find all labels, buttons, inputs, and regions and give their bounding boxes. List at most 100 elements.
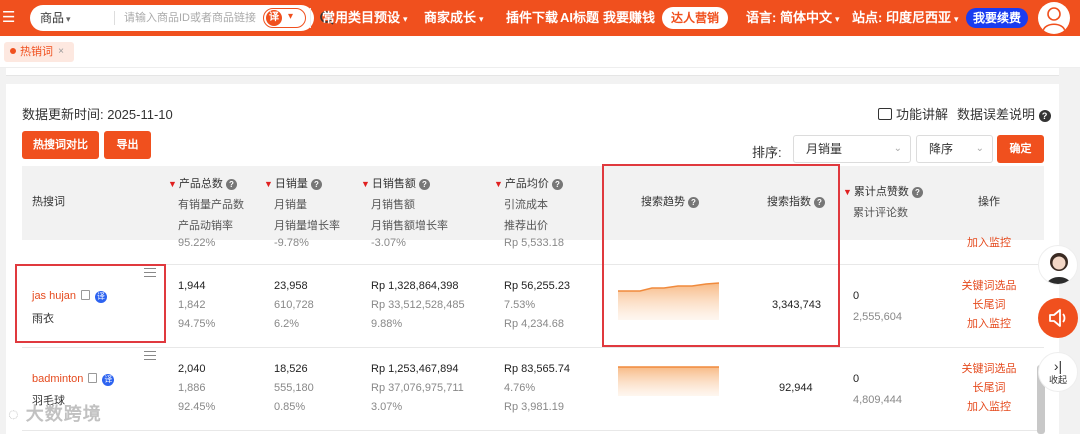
person-icon — [1046, 253, 1072, 284]
help-icon: ? — [1038, 110, 1051, 122]
chevron-down-icon: ▾ — [403, 14, 408, 24]
search-trend-sparkline — [618, 366, 719, 396]
video-icon — [878, 108, 892, 120]
sort-desc-icon: ▼ — [843, 187, 852, 197]
sort-desc-icon: ▼ — [361, 179, 370, 189]
search-type-select[interactable]: 商品 ▾ — [40, 5, 71, 32]
sort-desc-icon: ▼ — [494, 179, 503, 189]
header-price[interactable]: ▼ 产品均价? 引流成本 推荐出价 — [494, 174, 563, 237]
active-dot-icon — [10, 48, 16, 54]
header-products[interactable]: ▼ 产品总数? 有销量产品数 产品动销率 — [168, 174, 244, 237]
header-ops: 操作 — [978, 196, 1000, 208]
row-divider — [22, 347, 1044, 348]
menu-toggle-icon[interactable]: ☰ — [2, 8, 16, 28]
customer-service-avatar[interactable] — [1038, 245, 1078, 285]
help-icon: ? — [310, 179, 322, 190]
announcement-button[interactable] — [1038, 298, 1078, 338]
compare-button[interactable]: 热搜词对比 — [22, 131, 99, 159]
products-cell: 2,040 1,886 92.45% — [178, 363, 216, 413]
header-keyword: 热搜词 — [32, 196, 65, 208]
sort-desc-icon: ▼ — [168, 179, 177, 189]
site-select[interactable]: 站点: 印度尼西亚 ▾ — [852, 0, 958, 37]
translate-toggle[interactable]: 译 ▾ — [263, 8, 306, 28]
partial-price: Rp 5,533.18 — [504, 237, 564, 249]
row-divider — [22, 264, 1044, 265]
chevron-down-icon: ⌄ — [893, 143, 902, 154]
renew-button[interactable]: 我要续费 — [966, 8, 1028, 28]
sales-cell: 18,526 555,180 0.85% — [274, 363, 314, 413]
close-icon[interactable]: × — [58, 42, 64, 62]
sort-desc-icon: ▼ — [264, 179, 273, 189]
function-explain-link[interactable]: 功能讲解 — [878, 104, 948, 123]
language-select[interactable]: 语言: 简体中文 ▾ — [746, 0, 839, 37]
menu-plugin-download[interactable]: 插件下载 — [506, 0, 558, 36]
export-button[interactable]: 导出 — [104, 131, 151, 159]
menu-category-presets[interactable]: 常用类目预设 ▾ — [322, 0, 408, 37]
likes-cell: 0 4,809,444 — [853, 373, 902, 406]
update-time: 数据更新时间: 2025-11-10 — [22, 107, 173, 122]
chevron-down-icon: ⌄ — [975, 143, 984, 154]
help-icon: ? — [551, 179, 563, 190]
chevron-down-icon: ▾ — [288, 11, 294, 22]
search-type-label: 商品 — [40, 11, 65, 25]
top-navigation-bar: ☰ 商品▾ 译 ▾ 常用类目预设▾ 商家成长▾ 插件下载 AI标题 我要赚钱 达… — [0, 0, 1080, 36]
tab-hot-keywords[interactable]: 热销词 × — [4, 42, 74, 62]
header-revenue[interactable]: ▼ 日销售额? 月销售额 月销售额增长率 — [361, 174, 448, 237]
menu-earn-money[interactable]: 我要赚钱 — [603, 0, 655, 36]
price-cell: Rp 83,565.74 4.76% Rp 3,981.19 — [504, 363, 571, 413]
speaker-icon — [1049, 309, 1066, 327]
highlight-box-search-trend — [602, 164, 840, 347]
translate-icon: 译 — [266, 10, 282, 26]
long-tail-link[interactable]: 长尾词 — [954, 379, 1024, 398]
help-icon: ? — [418, 179, 430, 190]
keyword-selection-link[interactable]: 关键词选品 — [954, 360, 1024, 379]
translate-icon[interactable]: 译 — [102, 374, 115, 386]
header-likes[interactable]: ▼ 累计点赞数? 累计评论数 — [843, 182, 923, 224]
chevron-down-icon: ▾ — [953, 14, 959, 24]
price-cell: Rp 56,255.23 7.53% Rp 4,234.68 — [504, 280, 571, 330]
user-avatar[interactable] — [1038, 2, 1070, 34]
partial-sales: -9.78% — [274, 237, 309, 249]
add-monitor-link[interactable]: 加入监控 — [954, 315, 1024, 334]
top-panel — [6, 68, 1059, 76]
sort-label: 排序: — [752, 145, 782, 160]
keyword-link[interactable]: badminton 译 — [32, 373, 115, 386]
partial-products: 95.22% — [178, 237, 216, 249]
menu-ai-title[interactable]: AI标题 — [560, 0, 599, 36]
chevron-down-icon: ▾ — [479, 14, 484, 24]
copy-icon[interactable] — [88, 373, 98, 383]
watermark-logo: ◌ 大数跨境 — [8, 404, 102, 424]
menu-merchant-growth[interactable]: 商家成长 ▾ — [424, 0, 484, 37]
row-divider — [22, 430, 1044, 431]
revenue-cell: Rp 1,253,467,894 Rp 37,076,975,711 3.07% — [371, 363, 464, 413]
add-monitor-link[interactable]: 加入监控 — [954, 398, 1024, 417]
sales-cell: 23,958 610,728 6.2% — [274, 280, 314, 330]
tab-strip — [0, 36, 1080, 68]
partial-revenue: -3.07% — [371, 237, 406, 249]
products-cell: 1,944 1,842 94.75% — [178, 280, 216, 330]
chevron-down-icon: ▾ — [834, 14, 840, 24]
user-icon — [1042, 7, 1066, 32]
likes-cell: 0 2,555,604 — [853, 290, 902, 323]
help-icon: ? — [911, 187, 923, 198]
search-input[interactable] — [124, 9, 260, 27]
influencer-marketing-button[interactable]: 达人营销 — [662, 7, 728, 29]
help-icon: ? — [225, 179, 237, 190]
revenue-cell: Rp 1,328,864,398 Rp 33,512,528,485 9.88% — [371, 280, 465, 330]
data-error-link[interactable]: 数据误差说明 ? — [957, 104, 1051, 123]
header-sales[interactable]: ▼ 日销量? 月销量 月销量增长率 — [264, 174, 340, 237]
add-monitor-link[interactable]: 加入监控 — [954, 234, 1024, 253]
divider — [114, 11, 115, 25]
search-index-cell: 92,944 — [779, 382, 813, 394]
sort-field-select[interactable]: 月销量 ⌄ — [793, 135, 911, 163]
collapse-label: 收起 — [1048, 375, 1067, 385]
chevron-down-icon: ▾ — [66, 14, 71, 24]
confirm-button[interactable]: 确定 — [997, 135, 1044, 163]
collapse-icon: ›| — [1053, 358, 1063, 374]
sort-order-select[interactable]: 降序 ⌄ — [916, 135, 993, 163]
collapse-button[interactable]: ›| 收起 — [1038, 352, 1078, 392]
keyword-selection-link[interactable]: 关键词选品 — [954, 277, 1024, 296]
search-box: 商品▾ 译 ▾ — [30, 5, 334, 32]
drag-handle-icon[interactable] — [144, 351, 156, 360]
long-tail-link[interactable]: 长尾词 — [954, 296, 1024, 315]
